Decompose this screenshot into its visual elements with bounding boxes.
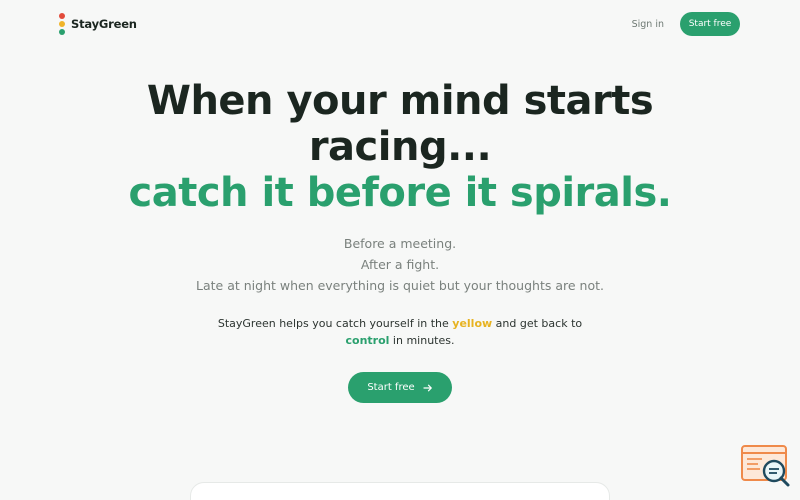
hero-headline: When your mind starts racing... catch it… [0, 78, 800, 216]
description-line-2: control in minutes. [0, 332, 800, 349]
sign-in-link[interactable]: Sign in [632, 19, 664, 30]
description-line-1: StayGreen helps you catch yourself in th… [0, 315, 800, 332]
highlight-control: control [345, 334, 390, 347]
hero-start-free-button[interactable]: Start free [348, 372, 452, 403]
search-chat-widget[interactable] [740, 444, 792, 488]
subtitle-line-3: Late at night when everything is quiet b… [196, 278, 604, 293]
traffic-light-yellow [59, 21, 65, 27]
description-text-1: StayGreen helps you catch yourself in th… [217, 317, 453, 330]
subtitle-line-1: Before a meeting. [343, 236, 457, 251]
nav-actions: Sign in Start free [632, 12, 740, 36]
brand-logo[interactable]: StayGreen [59, 13, 137, 35]
traffic-light-icon [59, 13, 65, 35]
brand-name: StayGreen [71, 17, 137, 31]
arrow-right-icon [423, 384, 432, 391]
traffic-light-red [59, 13, 65, 19]
subtitle-line-2: After a fight. [360, 257, 440, 272]
cta-label: Start free [367, 382, 415, 393]
highlight-yellow: yellow [452, 317, 493, 330]
headline-line-2: racing... [308, 124, 492, 170]
traffic-light-green [59, 29, 65, 35]
search-chat-icon [741, 445, 790, 487]
headline-line-3: catch it before it spirals. [128, 170, 672, 216]
description-text-2: and get back to [492, 317, 583, 330]
description-text-3: in minutes. [389, 334, 455, 347]
headline-line-1: When your mind starts [146, 78, 654, 124]
preview-card [190, 482, 610, 500]
nav-start-free-button[interactable]: Start free [680, 12, 740, 36]
top-nav: StayGreen Sign in Start free [0, 0, 800, 48]
